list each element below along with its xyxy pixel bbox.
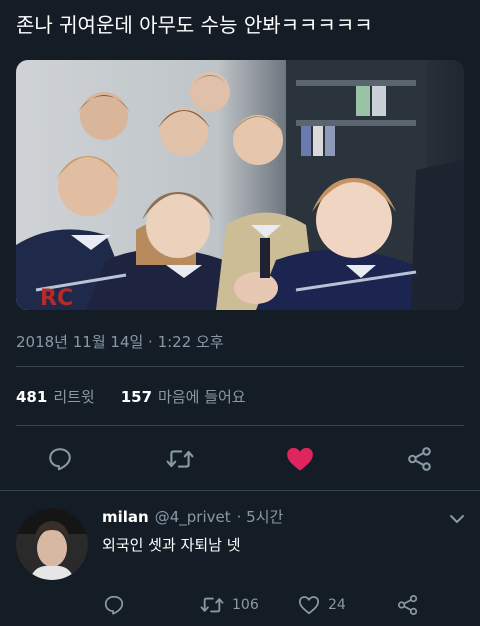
divider [16,366,464,367]
reply-actions: 106 24 [0,590,480,620]
share-icon [397,594,418,616]
reply-like-button[interactable]: 24 [298,594,346,616]
tweet-timestamp[interactable]: 2018년 11월 14일 · 1:22 오후 [16,331,224,352]
share-button[interactable] [405,444,435,474]
reply-icon [104,595,124,615]
reply-like-count: 24 [328,597,346,613]
reply-reply-button[interactable] [103,594,125,616]
tweet-text: 존나 귀여운데 아무도 수능 안봐ㅋㅋㅋㅋㅋ [16,13,373,37]
reply-retweet-button[interactable]: 106 [200,594,259,616]
like-button[interactable] [285,444,315,474]
reply-button[interactable] [45,444,75,474]
tweet-detail-page: 존나 귀여운데 아무도 수능 안봐ㅋㅋㅋㅋㅋ RC 2018년 11월 14일 … [0,0,480,626]
svg-text:RC: RC [40,286,73,310]
heart-icon [287,447,313,471]
share-icon [408,447,431,471]
reply-time[interactable]: · 5시간 [237,506,284,527]
retweet-label[interactable]: 리트윗 [53,386,94,407]
retweet-button[interactable] [165,444,195,474]
reply-icon [49,448,71,471]
divider [0,490,480,491]
avatar[interactable] [16,508,88,580]
reply-retweet-count: 106 [232,597,259,613]
like-count[interactable]: 157 [121,388,152,406]
reply-author-name[interactable]: milan [102,508,149,526]
reply-header: milan @4_privet · 5시간 [102,506,283,527]
retweet-icon [166,450,194,468]
heart-outline-icon [298,596,320,615]
divider [16,425,464,426]
group-selfie-photo: RC [16,60,464,310]
chevron-down-icon[interactable] [448,510,466,528]
tweet-actions [0,436,480,482]
reply-text: 외국인 셋과 자퇴남 넷 [102,536,241,554]
like-label[interactable]: 마음에 들어요 [158,386,246,407]
avatar-image [16,508,88,580]
retweet-count[interactable]: 481 [16,388,47,406]
reply-share-button[interactable] [397,594,419,616]
retweet-icon [200,597,224,613]
reply-author-handle[interactable]: @4_privet [155,508,231,526]
tweet-photo[interactable]: RC [16,60,464,310]
tweet-stats: 481 리트윗 157 마음에 들어요 [16,386,246,407]
reply-tweet[interactable]: milan @4_privet · 5시간 외국인 셋과 자퇴남 넷 106 2… [0,492,480,626]
